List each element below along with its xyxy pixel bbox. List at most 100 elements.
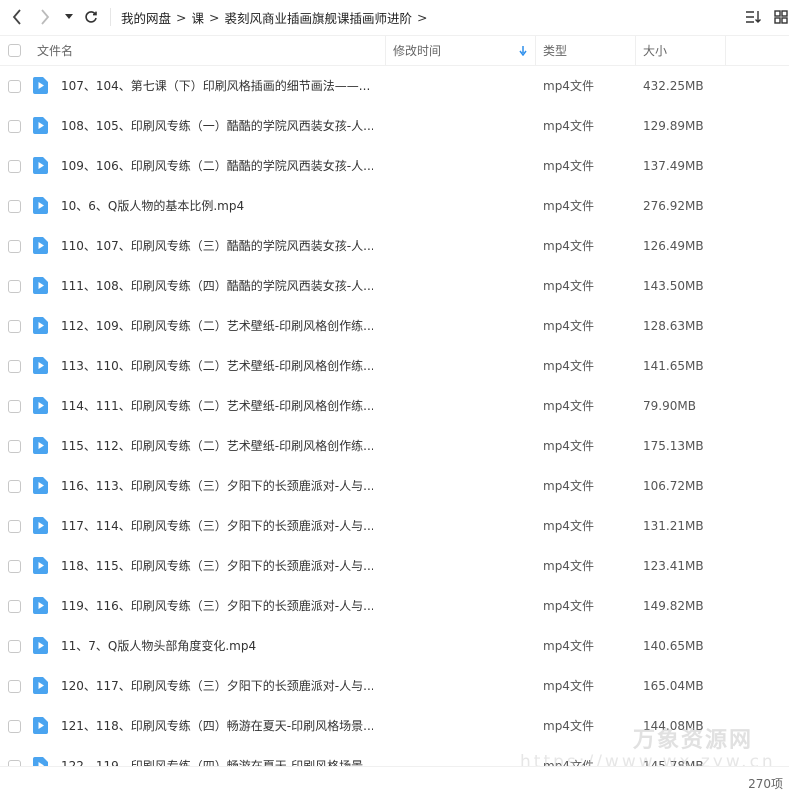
row-checkbox[interactable]: [8, 720, 21, 733]
item-count: 270项: [748, 777, 783, 791]
row-checkbox[interactable]: [8, 320, 21, 333]
select-all-checkbox[interactable]: [8, 44, 21, 57]
row-checkbox[interactable]: [8, 280, 21, 293]
file-name[interactable]: 108、105、印刷风专练（一）酷酷的学院风西装女孩-人...: [61, 106, 373, 146]
column-header-type[interactable]: 类型: [543, 36, 567, 65]
forward-button[interactable]: [34, 6, 56, 28]
video-file-icon: [33, 757, 48, 766]
file-name[interactable]: 120、117、印刷风专练（三）夕阳下的长颈鹿派对-人与...: [61, 666, 373, 706]
file-type: mp4文件: [543, 239, 594, 253]
video-file-icon: [33, 557, 48, 574]
file-row[interactable]: 112、109、印刷风专练（二）艺术壁纸-印刷风格创作练... mp4文件 128.…: [0, 306, 789, 346]
status-bar: 270项: [0, 766, 789, 795]
sort-list-icon: [746, 11, 761, 23]
back-button[interactable]: [6, 6, 28, 28]
breadcrumb-level1[interactable]: 课: [192, 8, 205, 27]
file-row[interactable]: 111、108、印刷风专练（四）酷酷的学院风西装女孩-人... mp4文件 143.…: [0, 266, 789, 306]
file-name[interactable]: 109、106、印刷风专练（二）酷酷的学院风西装女孩-人...: [61, 146, 373, 186]
file-row[interactable]: 119、116、印刷风专练（三）夕阳下的长颈鹿派对-人与... mp4文件 149.…: [0, 586, 789, 626]
row-checkbox[interactable]: [8, 520, 21, 533]
breadcrumb-separator-icon: >: [209, 9, 220, 25]
file-row[interactable]: 116、113、印刷风专练（三）夕阳下的长颈鹿派对-人与... mp4文件 106.…: [0, 466, 789, 506]
file-size: 126.49MB: [643, 239, 704, 253]
file-row[interactable]: 113、110、印刷风专练（二）艺术壁纸-印刷风格创作练... mp4文件 141.…: [0, 346, 789, 386]
row-checkbox[interactable]: [8, 160, 21, 173]
chevron-left-icon: [12, 9, 21, 25]
file-row[interactable]: 117、114、印刷风专练（三）夕阳下的长颈鹿派对-人与... mp4文件 131.…: [0, 506, 789, 546]
file-name[interactable]: 110、107、印刷风专练（三）酷酷的学院风西装女孩-人...: [61, 226, 373, 266]
file-name[interactable]: 117、114、印刷风专练（三）夕阳下的长颈鹿派对-人与...: [61, 506, 373, 546]
file-name[interactable]: 113、110、印刷风专练（二）艺术壁纸-印刷风格创作练...: [61, 346, 373, 386]
file-row[interactable]: 121、118、印刷风专练（四）畅游在夏天-印刷风格场景... mp4文件 144.…: [0, 706, 789, 746]
file-row[interactable]: 122、119、印刷风专练（四）畅游在夏天-印刷风格场景... mp4文件 145.…: [0, 746, 789, 766]
row-checkbox[interactable]: [8, 80, 21, 93]
file-row[interactable]: 118、115、印刷风专练（三）夕阳下的长颈鹿派对-人与... mp4文件 123.…: [0, 546, 789, 586]
file-name[interactable]: 122、119、印刷风专练（四）畅游在夏天-印刷风格场景...: [61, 746, 373, 766]
history-dropdown-button[interactable]: [62, 6, 76, 28]
file-size: 175.13MB: [643, 439, 704, 453]
row-checkbox[interactable]: [8, 680, 21, 693]
video-file-icon: [33, 397, 48, 414]
row-checkbox[interactable]: [8, 400, 21, 413]
video-file-icon: [33, 277, 48, 294]
file-name[interactable]: 119、116、印刷风专练（三）夕阳下的长颈鹿派对-人与...: [61, 586, 373, 626]
row-checkbox[interactable]: [8, 240, 21, 253]
file-name[interactable]: 121、118、印刷风专练（四）畅游在夏天-印刷风格场景...: [61, 706, 373, 746]
file-type: mp4文件: [543, 559, 594, 573]
top-toolbar: 我的网盘 > 课 > 裘刻风商业插画旗舰课插画师进阶 >: [0, 0, 789, 34]
file-row[interactable]: 115、112、印刷风专练（二）艺术壁纸-印刷风格创作练... mp4文件 175.…: [0, 426, 789, 466]
file-size: 123.41MB: [643, 559, 704, 573]
file-row[interactable]: 120、117、印刷风专练（三）夕阳下的长颈鹿派对-人与... mp4文件 165.…: [0, 666, 789, 706]
file-type: mp4文件: [543, 599, 594, 613]
file-type: mp4文件: [543, 439, 594, 453]
file-name[interactable]: 10、6、Q版人物的基本比例.mp4: [61, 186, 373, 226]
column-divider: [385, 36, 386, 65]
file-name[interactable]: 11、7、Q版人物头部角度变化.mp4: [61, 626, 373, 666]
file-type: mp4文件: [543, 279, 594, 293]
file-name[interactable]: 112、109、印刷风专练（二）艺术壁纸-印刷风格创作练...: [61, 306, 373, 346]
row-checkbox[interactable]: [8, 640, 21, 653]
video-file-icon: [33, 77, 48, 94]
file-row[interactable]: 10、6、Q版人物的基本比例.mp4 mp4文件 276.92MB: [0, 186, 789, 226]
row-checkbox[interactable]: [8, 440, 21, 453]
refresh-button[interactable]: [80, 6, 102, 28]
breadcrumb-root[interactable]: 我的网盘: [121, 8, 171, 27]
file-type: mp4文件: [543, 359, 594, 373]
file-name[interactable]: 107、104、第七课（下）印刷风格插画的细节画法——...: [61, 66, 373, 106]
file-name[interactable]: 116、113、印刷风专练（三）夕阳下的长颈鹿派对-人与...: [61, 466, 373, 506]
grid-view-button[interactable]: [770, 6, 789, 28]
file-name[interactable]: 118、115、印刷风专练（三）夕阳下的长颈鹿派对-人与...: [61, 546, 373, 586]
breadcrumb-level2[interactable]: 裘刻风商业插画旗舰课插画师进阶: [225, 8, 413, 27]
file-row[interactable]: 114、111、印刷风专练（二）艺术壁纸-印刷风格创作练... mp4文件 79.9…: [0, 386, 789, 426]
column-header-name[interactable]: 文件名: [37, 36, 73, 65]
row-checkbox[interactable]: [8, 120, 21, 133]
row-checkbox[interactable]: [8, 480, 21, 493]
video-file-icon: [33, 237, 48, 254]
toolbar-divider: [110, 8, 111, 26]
column-header-modified[interactable]: 修改时间: [393, 36, 441, 65]
row-checkbox[interactable]: [8, 200, 21, 213]
sort-menu-button[interactable]: [742, 6, 764, 28]
file-type: mp4文件: [543, 719, 594, 733]
video-file-icon: [33, 317, 48, 334]
row-checkbox[interactable]: [8, 360, 21, 373]
video-file-icon: [33, 637, 48, 654]
file-row[interactable]: 11、7、Q版人物头部角度变化.mp4 mp4文件 140.65MB: [0, 626, 789, 666]
file-type: mp4文件: [543, 399, 594, 413]
file-row[interactable]: 108、105、印刷风专练（一）酷酷的学院风西装女孩-人... mp4文件 129.…: [0, 106, 789, 146]
row-checkbox[interactable]: [8, 560, 21, 573]
file-row[interactable]: 107、104、第七课（下）印刷风格插画的细节画法——... mp4文件 432.2…: [0, 66, 789, 106]
video-file-icon: [33, 357, 48, 374]
file-size: 79.90MB: [643, 399, 696, 413]
file-row[interactable]: 109、106、印刷风专练（二）酷酷的学院风西装女孩-人... mp4文件 137.…: [0, 146, 789, 186]
file-name[interactable]: 111、108、印刷风专练（四）酷酷的学院风西装女孩-人...: [61, 266, 373, 306]
file-type: mp4文件: [543, 199, 594, 213]
file-name[interactable]: 115、112、印刷风专练（二）艺术壁纸-印刷风格创作练...: [61, 426, 373, 466]
file-name[interactable]: 114、111、印刷风专练（二）艺术壁纸-印刷风格创作练...: [61, 386, 373, 426]
column-divider: [635, 36, 636, 65]
video-file-icon: [33, 197, 48, 214]
file-row[interactable]: 110、107、印刷风专练（三）酷酷的学院风西装女孩-人... mp4文件 126.…: [0, 226, 789, 266]
row-checkbox[interactable]: [8, 600, 21, 613]
column-header-size[interactable]: 大小: [643, 36, 667, 65]
file-type: mp4文件: [543, 639, 594, 653]
